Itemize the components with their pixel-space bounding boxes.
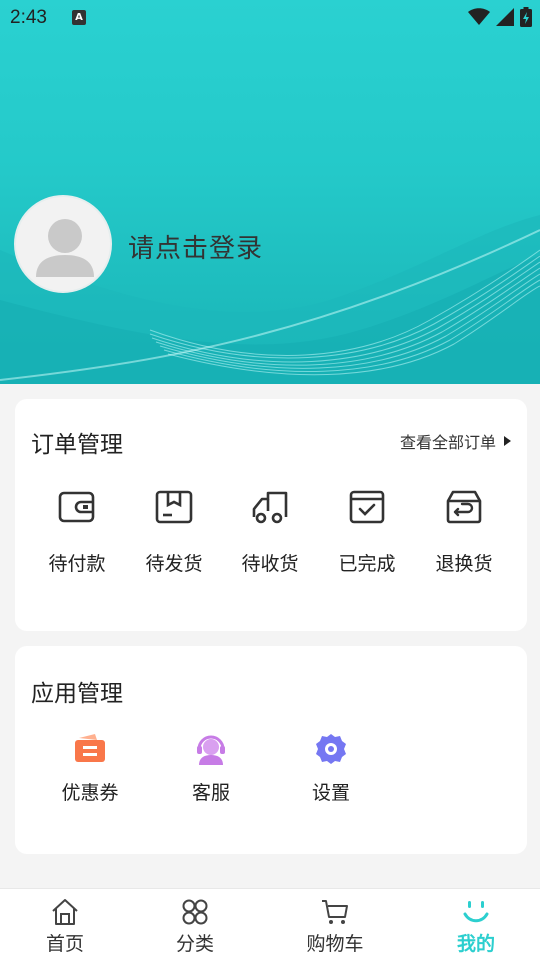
bottom-nav: 首页 分类 购物车 我的	[0, 888, 540, 960]
app-item-label: 客服	[191, 782, 230, 804]
nav-label: 我的	[456, 933, 495, 955]
wave-background	[0, 215, 540, 384]
order-item-label: 待付款	[48, 553, 106, 575]
settings-gear-icon	[316, 734, 346, 764]
nav-home[interactable]: 首页	[5, 889, 125, 960]
nav-category[interactable]: 分类	[135, 889, 255, 960]
default-avatar-icon	[36, 219, 94, 277]
app-customer-service[interactable]: 客服	[161, 732, 261, 805]
view-all-orders-label: 查看全部订单	[399, 433, 496, 452]
status-icons	[468, 7, 532, 27]
wifi-icon	[468, 8, 490, 25]
coupon-icon	[75, 734, 105, 762]
nav-label: 分类	[175, 933, 214, 955]
avatar[interactable]	[14, 195, 112, 293]
completed-box-icon	[349, 490, 385, 524]
wallet-icon	[58, 491, 95, 523]
order-item-label: 退换货	[435, 553, 493, 575]
order-pending-receipt[interactable]: 待收货	[222, 487, 318, 576]
truck-icon	[252, 491, 288, 524]
app-management-card: 应用管理 优惠券 客服 设置	[15, 646, 527, 854]
cart-icon	[322, 900, 348, 924]
order-item-label: 已完成	[338, 553, 396, 575]
login-prompt[interactable]: 请点击登录	[128, 228, 263, 265]
category-icon	[182, 899, 208, 925]
app-item-label: 设置	[311, 782, 350, 804]
home-icon	[52, 899, 78, 925]
smile-icon	[463, 901, 489, 923]
order-pending-shipment[interactable]: 待发货	[126, 487, 222, 576]
order-management-card: 订单管理 查看全部订单 待付款 待发货 待收货 已完成 退换货	[15, 399, 527, 631]
battery-icon	[520, 7, 532, 27]
order-returns[interactable]: 退换货	[416, 487, 512, 576]
view-all-orders-link[interactable]: 查看全部订单	[400, 429, 511, 453]
order-pending-payment[interactable]: 待付款	[29, 487, 125, 576]
package-icon	[155, 490, 193, 524]
order-completed[interactable]: 已完成	[319, 487, 415, 576]
nav-cart[interactable]: 购物车	[275, 889, 395, 960]
nav-label: 首页	[45, 933, 84, 955]
app-item-label: 优惠券	[61, 782, 119, 804]
notification-icon: A	[72, 10, 86, 25]
customer-service-icon	[197, 735, 225, 765]
caret-right-icon	[504, 436, 511, 446]
cell-signal-icon	[496, 8, 514, 26]
status-bar: 2:43 A	[0, 0, 540, 36]
status-time: 2:43	[10, 7, 47, 28]
order-management-title: 订单管理	[31, 432, 123, 458]
nav-mine[interactable]: 我的	[416, 889, 536, 960]
app-coupons[interactable]: 优惠券	[40, 732, 140, 805]
nav-label: 购物车	[306, 933, 364, 955]
app-management-title: 应用管理	[31, 681, 123, 707]
order-item-label: 待发货	[145, 553, 203, 575]
order-item-label: 待收货	[241, 553, 299, 575]
app-settings[interactable]: 设置	[281, 732, 381, 805]
return-box-icon	[446, 490, 482, 524]
profile-header: 2:43 A 请点击登录	[0, 0, 540, 384]
